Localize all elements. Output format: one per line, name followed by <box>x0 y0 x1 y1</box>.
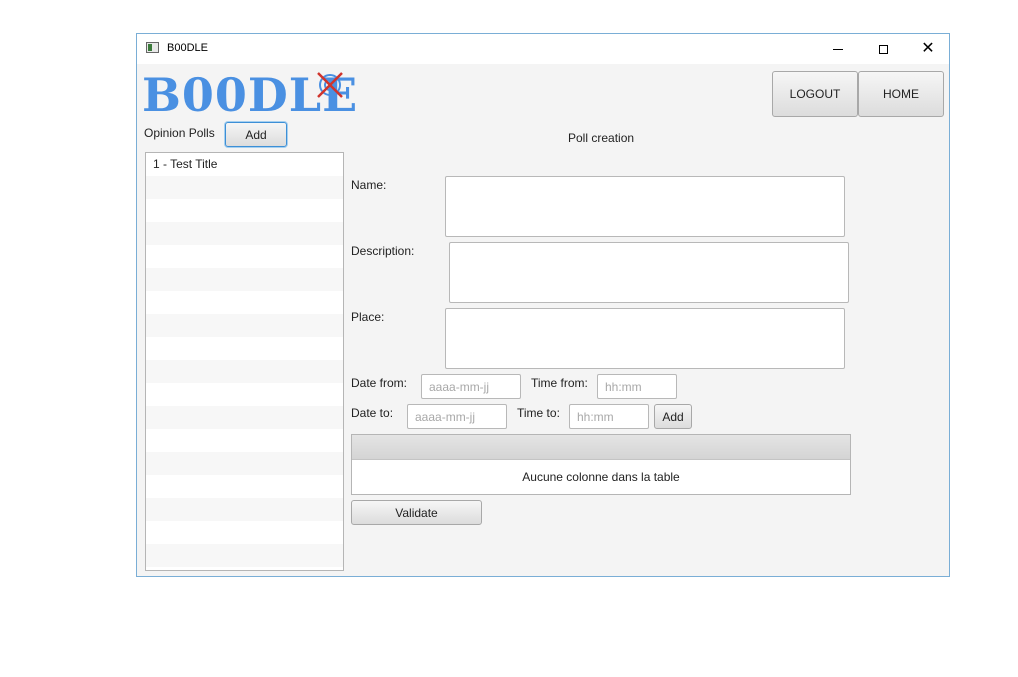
close-button[interactable]: ✕ <box>905 34 951 64</box>
title-bar[interactable]: B00DLE ✕ <box>137 34 949 64</box>
empty-list-row <box>146 475 343 498</box>
time-to-input[interactable] <box>569 404 649 429</box>
time-to-label: Time to: <box>517 406 560 420</box>
list-item[interactable]: 1 - Test Title <box>146 153 343 176</box>
empty-list-row <box>146 521 343 544</box>
time-from-input[interactable] <box>597 374 677 399</box>
maximize-button[interactable] <box>860 34 906 64</box>
minimize-button[interactable] <box>815 34 861 64</box>
date-from-input[interactable] <box>421 374 521 399</box>
app-icon <box>146 42 159 53</box>
maximize-icon <box>878 44 888 54</box>
table-empty-message: Aucune colonne dans la table <box>522 470 680 484</box>
minimize-icon <box>833 48 843 50</box>
home-button[interactable]: HOME <box>858 71 944 117</box>
empty-list-row <box>146 245 343 268</box>
description-label: Description: <box>351 244 415 258</box>
name-label: Name: <box>351 178 387 192</box>
empty-list-row <box>146 498 343 521</box>
dates-table[interactable]: Aucune colonne dans la table <box>351 434 851 495</box>
close-icon: ✕ <box>921 40 935 57</box>
empty-list-row <box>146 567 343 570</box>
app-window: B00DLE ✕ B00DLE LOGOUT HOME Opinion Poll… <box>136 33 950 577</box>
empty-list-row <box>146 199 343 222</box>
date-to-label: Date to: <box>351 406 394 420</box>
empty-list-row <box>146 222 343 245</box>
empty-list-row <box>146 176 343 199</box>
add-poll-button[interactable]: Add <box>225 122 287 147</box>
opinion-polls-label: Opinion Polls <box>144 126 215 140</box>
add-date-button[interactable]: Add <box>654 404 692 429</box>
place-field[interactable] <box>445 308 845 369</box>
poll-list[interactable]: 1 - Test Title <box>145 152 344 571</box>
logout-button[interactable]: LOGOUT <box>772 71 858 117</box>
empty-list-row <box>146 314 343 337</box>
page-title: Poll creation <box>568 131 635 145</box>
window-title: B00DLE <box>167 42 208 54</box>
empty-list-row <box>146 383 343 406</box>
empty-list-row <box>146 544 343 567</box>
description-field[interactable] <box>449 242 849 303</box>
date-to-input[interactable] <box>407 404 507 429</box>
validate-button[interactable]: Validate <box>351 500 482 525</box>
empty-list-row <box>146 452 343 475</box>
name-field[interactable] <box>445 176 845 237</box>
table-header <box>352 435 850 460</box>
empty-list-row <box>146 360 343 383</box>
date-from-label: Date from: <box>351 376 408 390</box>
empty-list-row <box>146 406 343 429</box>
empty-list-row <box>146 337 343 360</box>
empty-list-row <box>146 268 343 291</box>
logo-target-icon <box>317 72 343 98</box>
place-label: Place: <box>351 310 385 324</box>
empty-list-row <box>146 429 343 452</box>
empty-list-row <box>146 291 343 314</box>
time-from-label: Time from: <box>531 376 588 390</box>
